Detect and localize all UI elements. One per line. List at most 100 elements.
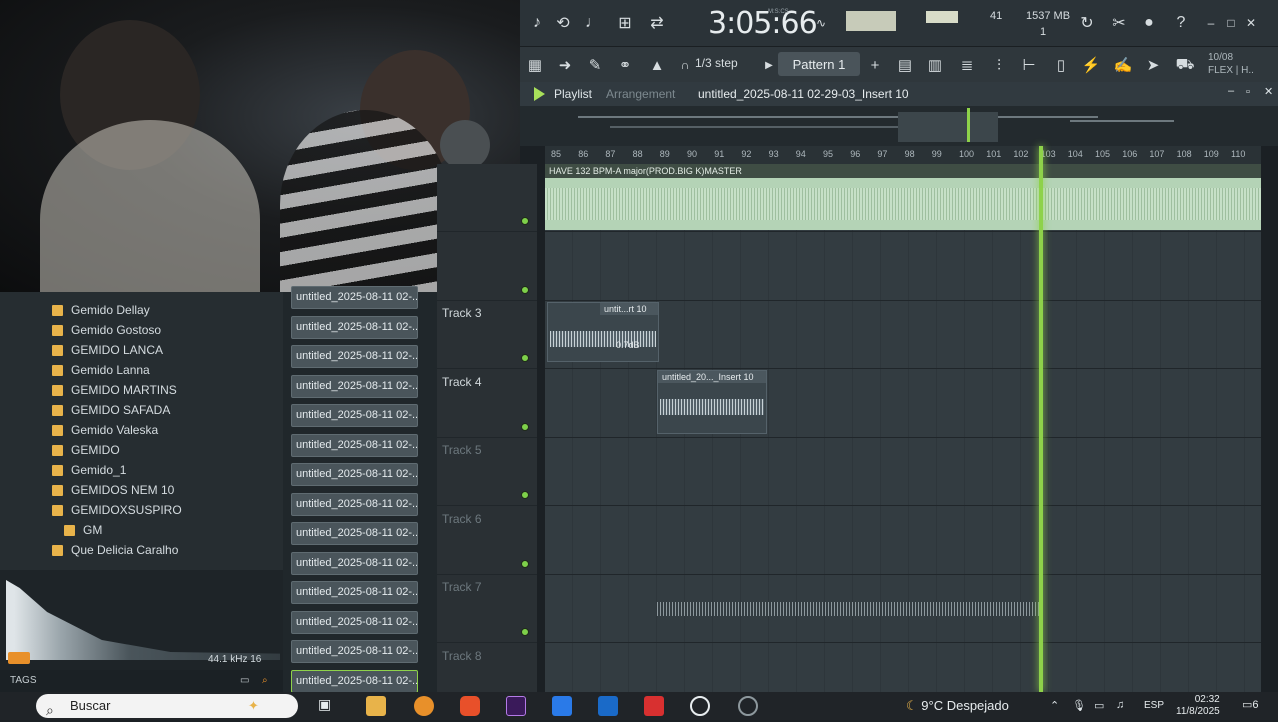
playlist-overview[interactable] xyxy=(520,106,1278,146)
browser-folder[interactable]: GM xyxy=(64,520,102,540)
fl-studio-icon[interactable] xyxy=(414,696,434,716)
playlist-icon[interactable]: ▤ xyxy=(892,52,918,78)
language-indicator[interactable]: ESP xyxy=(1144,700,1164,711)
sample-item[interactable]: untitled_2025-08-11 02-... xyxy=(291,669,418,693)
sample-item[interactable]: untitled_2025-08-11 02-... xyxy=(291,433,418,457)
metronome-icon[interactable]: ♩ xyxy=(580,10,606,36)
preview-play-icon[interactable] xyxy=(8,652,30,664)
track-header[interactable]: Track 4 xyxy=(437,370,537,438)
tray-mic-icon[interactable]: 🎙 xyxy=(1072,699,1086,712)
sample-item[interactable]: untitled_2025-08-11 02-... xyxy=(291,492,418,516)
arrow-right-icon[interactable]: ➜ xyxy=(552,52,578,78)
sample-item[interactable]: untitled_2025-08-11 02-... xyxy=(291,463,418,486)
folder-icon[interactable]: ▭ xyxy=(240,670,249,692)
track-mute-led[interactable] xyxy=(521,354,529,362)
playlist-play-icon[interactable] xyxy=(534,87,545,101)
cart-icon[interactable]: ⛟ xyxy=(1172,52,1198,78)
brave-icon[interactable] xyxy=(460,696,480,716)
faders-icon[interactable]: ⫶ xyxy=(986,52,1012,78)
mic-icon[interactable]: ● xyxy=(1136,10,1162,36)
track-lane[interactable] xyxy=(545,438,1261,506)
sample-item[interactable]: untitled_2025-08-11 02-... xyxy=(291,640,418,663)
song-time[interactable]: 3:05:66 xyxy=(708,6,818,41)
bird-icon[interactable]: ➤ xyxy=(1140,52,1166,78)
browser-folder[interactable]: GEMIDOS NEM 10 xyxy=(52,480,174,500)
clip-track7[interactable] xyxy=(657,600,1039,620)
track-lane[interactable] xyxy=(545,370,1261,438)
step-icon[interactable]: ⊞ xyxy=(612,10,638,36)
track-mute-led[interactable] xyxy=(521,217,529,225)
track-lane[interactable] xyxy=(545,233,1261,301)
sample-item[interactable]: untitled_2025-08-11 02-... xyxy=(291,286,418,309)
sample-item[interactable]: untitled_2025-08-11 02-... xyxy=(291,404,418,427)
clip-track3[interactable]: untit...rt 10 0.7dB xyxy=(547,302,659,362)
tempo-icon[interactable]: ♪ xyxy=(524,10,550,36)
sample-item[interactable]: untitled_2025-08-11 02-... xyxy=(291,551,418,575)
refresh-icon[interactable]: ↻ xyxy=(1074,10,1100,36)
sample-item[interactable]: untitled_2025-08-11 02-... xyxy=(291,315,418,339)
loop-icon[interactable]: ⟲ xyxy=(550,10,576,36)
track-mute-led[interactable] xyxy=(521,559,529,568)
browser-folder[interactable]: Gemido Dellay xyxy=(52,300,150,320)
weather-widget[interactable]: ☾ 9°C Despejado xyxy=(906,698,1009,714)
brush-icon[interactable]: ✍ xyxy=(1110,52,1136,78)
tray-up-icon[interactable]: ⌃ xyxy=(1050,699,1059,712)
browser-folder[interactable]: GEMIDOXSUSPIRO xyxy=(52,500,182,520)
stamp-icon[interactable]: ▲ xyxy=(644,52,670,78)
taskbar-search[interactable]: ⌕ Buscar ✦ xyxy=(36,694,298,718)
playlist-subtitle[interactable]: Arrangement xyxy=(606,87,675,101)
channel-rack-icon[interactable]: ▥ xyxy=(922,52,948,78)
pencil-icon[interactable]: ✎ xyxy=(582,52,608,78)
master-clip[interactable]: HAVE 132 BPM-A major(PROD.BIG K)MASTER xyxy=(545,164,1261,230)
mixer-icon[interactable]: ≣ xyxy=(954,52,980,78)
network-icon[interactable]: ▭ xyxy=(1094,699,1104,712)
playlist-grid[interactable]: HAVE 132 BPM-A major(PROD.BIG K)MASTER u… xyxy=(545,164,1261,712)
track-header[interactable]: Track 3 xyxy=(437,301,537,369)
track-lane[interactable] xyxy=(545,507,1261,575)
playlist-close-icon[interactable]: ✕ xyxy=(1264,85,1273,98)
track-mute-led[interactable] xyxy=(521,422,529,431)
sample-item[interactable]: untitled_2025-08-11 02-... xyxy=(291,345,418,368)
track-header[interactable]: Track 7 xyxy=(437,575,537,643)
notification-icon[interactable]: ▭6 xyxy=(1242,698,1259,711)
help-icon[interactable]: ? xyxy=(1168,10,1194,36)
app4-icon[interactable] xyxy=(598,696,618,716)
browser-folder[interactable]: GEMIDO MARTINS xyxy=(52,380,177,400)
task-view-icon[interactable]: ▣ xyxy=(318,696,338,716)
explorer-icon[interactable] xyxy=(366,696,386,716)
track-header[interactable] xyxy=(437,233,537,301)
plugin-icon[interactable]: ⚡ xyxy=(1078,52,1104,78)
browser-folder[interactable]: GEMIDO LANCA xyxy=(52,340,163,360)
taskbar-clock[interactable]: 02:32 11/8/2025 xyxy=(1176,694,1220,718)
pattern-selector[interactable]: Pattern 1 xyxy=(778,52,860,76)
track-header[interactable]: Track 6 xyxy=(437,507,537,575)
track-header[interactable] xyxy=(437,164,537,232)
sample-item[interactable]: untitled_2025-08-11 02-... xyxy=(291,610,418,634)
browser-folder[interactable]: Que Delicia Caralho xyxy=(52,540,178,560)
blend-icon[interactable]: ⇄ xyxy=(644,10,670,36)
app5-icon[interactable] xyxy=(644,696,664,716)
track-mute-led[interactable] xyxy=(521,628,529,636)
sample-item[interactable]: untitled_2025-08-11 02-... xyxy=(291,581,418,604)
file-icon[interactable]: ▯ xyxy=(1048,52,1074,78)
playlist-minimize-icon[interactable]: – xyxy=(1228,85,1234,97)
track-mute-led[interactable] xyxy=(521,285,529,294)
track-header[interactable]: Track 5 xyxy=(437,438,537,506)
tree-icon[interactable]: ⊢ xyxy=(1016,52,1042,78)
track-mute-led[interactable] xyxy=(521,491,529,499)
close-icon[interactable]: ✕ xyxy=(1238,10,1264,36)
snap-selector[interactable]: 1/3 step xyxy=(695,56,738,70)
app3-icon[interactable] xyxy=(552,696,572,716)
sample-item[interactable]: untitled_2025-08-11 02-... xyxy=(291,522,418,545)
tools-icon[interactable]: ✂ xyxy=(1106,10,1132,36)
browser-folder[interactable]: Gemido_1 xyxy=(52,460,126,480)
browser-folder[interactable]: Gemido Lanna xyxy=(52,360,150,380)
obs-icon[interactable] xyxy=(738,696,758,716)
browser-folder[interactable]: Gemido Gostoso xyxy=(52,320,161,340)
timeline-ruler[interactable]: 85 86 87 88 89 90 91 92 93 94 95 96 97 98 99 100 101 102 1… xyxy=(545,146,1261,164)
clip-track4[interactable]: untitled_20..._Insert 10 xyxy=(657,370,767,434)
link-icon[interactable]: ⚭ xyxy=(612,52,638,78)
premiere-icon[interactable] xyxy=(506,696,526,716)
add-pattern-icon[interactable]: + xyxy=(862,52,888,78)
sample-item[interactable]: untitled_2025-08-11 02-... xyxy=(291,374,418,398)
